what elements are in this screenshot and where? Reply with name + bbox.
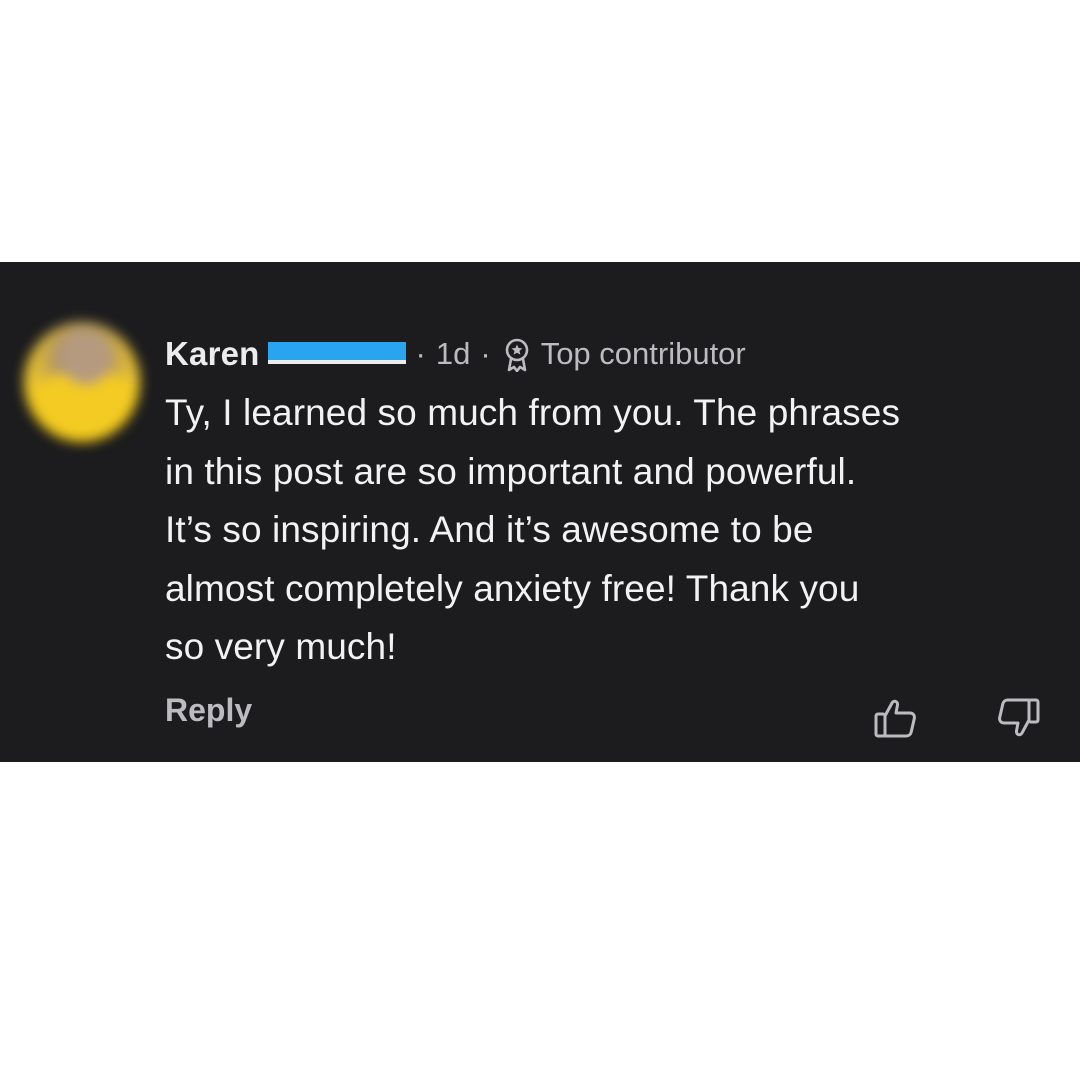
badge-label: Top contributor: [540, 336, 746, 371]
comment-card: Karen · 1d · Top contributor Ty, I learn…: [0, 262, 1080, 762]
comment-line: in this post are so important and powerf…: [165, 450, 857, 492]
avatar[interactable]: [24, 322, 140, 442]
thumbs-up-icon[interactable]: [872, 694, 920, 742]
reply-button[interactable]: Reply: [165, 692, 252, 729]
comment-meta: Karen · 1d · Top contributor: [165, 332, 746, 376]
separator-dot: ·: [480, 336, 491, 371]
comment-line: so very much!: [165, 626, 397, 667]
comment-line: almost completely anxiety free! Thank yo…: [165, 567, 860, 609]
page-canvas: Karen · 1d · Top contributor Ty, I learn…: [0, 0, 1080, 1080]
comment-line: Ty, I learned so much from you. The phra…: [165, 392, 901, 433]
separator-dot: ·: [415, 336, 426, 371]
timestamp: 1d: [435, 336, 471, 371]
thumbs-down-icon[interactable]: [994, 694, 1042, 742]
comment-line: It’s so inspiring. And it’s awesome to b…: [165, 509, 814, 550]
comment-text: Ty, I learned so much from you. The phra…: [165, 384, 1065, 677]
award-ribbon-icon: [503, 338, 531, 373]
author-name[interactable]: Karen: [165, 335, 260, 373]
avatar-head: [60, 330, 112, 384]
name-redaction: [267, 342, 406, 364]
